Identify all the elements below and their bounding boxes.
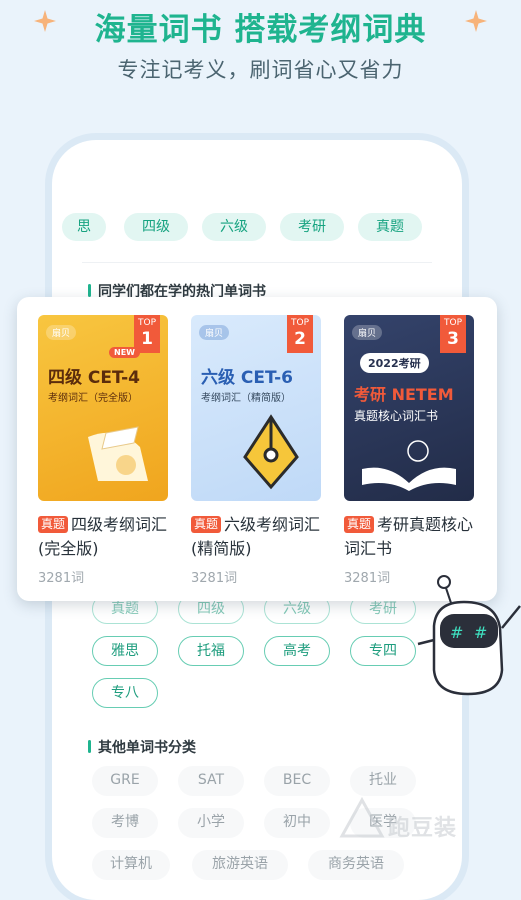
watermark: 跑豆装	[338, 796, 518, 846]
tab-ielts[interactable]: 思	[62, 213, 106, 241]
pill-travel-english[interactable]: 旅游英语	[192, 850, 288, 880]
pill-primary[interactable]: 小学	[178, 808, 244, 838]
cover-title: 考研 NETEM	[354, 385, 454, 404]
divider	[82, 262, 432, 263]
cover-subtitle: 考纲词汇（完全版）	[48, 393, 138, 404]
brand-badge: 扇贝	[352, 325, 383, 340]
brand-badge: 扇贝	[46, 325, 77, 340]
tab-kaoyan[interactable]: 考研	[280, 213, 344, 241]
book-title-2[interactable]: 真题 六级考纲词汇(精简版)	[191, 513, 323, 561]
open-book-icon	[362, 440, 456, 491]
pill-junior[interactable]: 初中	[264, 808, 330, 838]
section-title-other: 其他单词书分类	[88, 737, 196, 757]
brand-badge: 扇贝	[199, 325, 230, 340]
zhenti-tag: 真题	[191, 516, 222, 533]
word-count: 3281词	[191, 571, 238, 586]
zhenti-tag: 真题	[344, 516, 375, 533]
tab-zhenti[interactable]: 真题	[358, 213, 422, 241]
pill-gaokao[interactable]: 高考	[264, 636, 330, 666]
book-cover-1[interactable]: 扇贝 TOP 1 NEW 四级 CET-4 考纲词汇（完全版）	[38, 315, 168, 501]
book-cover-2[interactable]: 扇贝 TOP 2 六级 CET-6 考纲词汇（精简版）	[191, 315, 321, 501]
cover-subtitle: 考纲词汇（精简版）	[201, 393, 291, 404]
book-card-3[interactable]: 扇贝 TOP 3 2022考研 考研 NETEM 真题核心词汇书 真题 考研真题核…	[344, 315, 476, 586]
watermark-logo-icon	[339, 796, 385, 838]
book-card-1[interactable]: 扇贝 TOP 1 NEW 四级 CET-4 考纲词汇（完全版） 真题 四级考纲词汇…	[38, 315, 170, 586]
pill-ielts[interactable]: 雅思	[92, 636, 158, 666]
rank-badge: TOP 3	[440, 315, 466, 353]
tab-cet6[interactable]: 六级	[202, 213, 266, 241]
cover-title: 六级 CET-6	[201, 368, 293, 388]
book-illustration-icon	[88, 426, 148, 481]
svg-text:#: #	[474, 623, 487, 642]
category-tab-row: 思 四级 六级 考研 真题	[62, 213, 462, 241]
word-count: 3281词	[38, 571, 85, 586]
book-card-2[interactable]: 扇贝 TOP 2 六级 CET-6 考纲词汇（精简版） 真题 六级考纲词汇(精简版…	[191, 315, 323, 586]
new-badge: NEW	[109, 347, 140, 358]
pill-bec[interactable]: BEC	[264, 766, 330, 796]
book-title-3[interactable]: 真题 考研真题核心词汇书	[344, 513, 476, 561]
pill-computer[interactable]: 计算机	[92, 850, 170, 880]
hero-subtitle: 专注记考义，刷词省心又省力	[117, 58, 404, 82]
tab-cet4[interactable]: 四级	[124, 213, 188, 241]
robot-mascot-icon: # #	[417, 575, 521, 696]
zhenti-tag: 真题	[38, 516, 69, 533]
cover-title: 四级 CET-4	[48, 368, 140, 388]
pill-phd[interactable]: 考博	[92, 808, 158, 838]
hot-books-popup: 扇贝 TOP 1 NEW 四级 CET-4 考纲词汇（完全版） 真题 四级考纲词汇…	[17, 297, 497, 601]
pill-tem4[interactable]: 专四	[350, 636, 416, 666]
hero-title: 海量词书 搭载考纲词典	[94, 12, 427, 48]
svg-text:#: #	[450, 623, 463, 642]
book-cover-3[interactable]: 扇贝 TOP 3 2022考研 考研 NETEM 真题核心词汇书	[344, 315, 474, 501]
pill-toeic[interactable]: 托业	[350, 766, 416, 796]
pill-tem8[interactable]: 专八	[92, 678, 158, 708]
rank-badge: TOP 2	[287, 315, 313, 353]
pill-toefl[interactable]: 托福	[178, 636, 244, 666]
book-title-1[interactable]: 真题 四级考纲词汇(完全版)	[38, 513, 170, 561]
pill-sat[interactable]: SAT	[178, 766, 244, 796]
pill-gre[interactable]: GRE	[92, 766, 158, 796]
cover-subtitle: 真题核心词汇书	[354, 409, 439, 423]
pen-nib-icon	[243, 414, 299, 490]
sparkle-icon	[465, 10, 487, 32]
year-badge: 2022考研	[360, 353, 429, 373]
pill-business-english[interactable]: 商务英语	[308, 850, 404, 880]
